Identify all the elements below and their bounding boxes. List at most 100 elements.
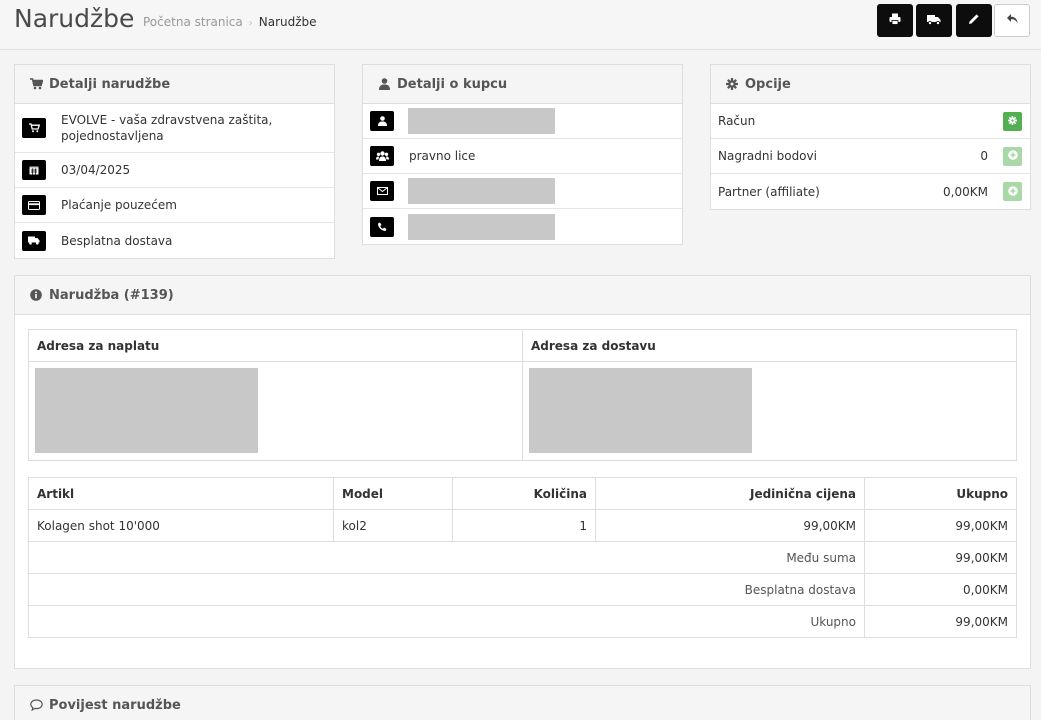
payment-method: Plaćanje pouzećem bbox=[61, 198, 177, 212]
order-details-title: Detalji narudžbe bbox=[49, 76, 171, 92]
totals-row: Među suma 99,00KM bbox=[28, 541, 1017, 574]
customer-email-redacted[interactable] bbox=[408, 178, 555, 204]
calendar-icon bbox=[22, 160, 46, 180]
shipping-method: Besplatna dostava bbox=[61, 233, 173, 248]
invoice-label: Račun bbox=[718, 114, 756, 128]
totals-row: Ukupno 99,00KM bbox=[28, 605, 1017, 638]
history-title: Povijest narudžbe bbox=[49, 697, 181, 713]
item-quantity: 1 bbox=[452, 509, 596, 542]
generate-invoice-button[interactable] bbox=[1003, 111, 1022, 131]
reply-icon bbox=[1006, 13, 1019, 28]
reward-points-value: 0 bbox=[980, 149, 988, 163]
truck-icon bbox=[927, 14, 941, 28]
customer-name-row bbox=[363, 104, 682, 139]
affiliate-value: 0,00KM bbox=[943, 184, 988, 199]
breadcrumb-home[interactable]: Početna stranica bbox=[143, 15, 243, 29]
page-header: Narudžbe Početna stranica › Narudžbe bbox=[0, 0, 1041, 50]
customer-phone-row bbox=[363, 209, 682, 244]
phone-icon bbox=[370, 216, 394, 237]
options-panel: Opcije Račun Nagradni bodovi 0 Partner (… bbox=[710, 64, 1031, 210]
user-icon bbox=[377, 77, 391, 91]
column-header-model: Model bbox=[333, 477, 453, 510]
column-header-quantity: Količina bbox=[452, 477, 596, 510]
info-circle-icon bbox=[29, 288, 43, 302]
column-header-product: Artikl bbox=[28, 477, 334, 510]
shipping-row: Besplatna dostava bbox=[15, 223, 334, 258]
customer-group: pravno lice bbox=[409, 149, 476, 163]
back-button[interactable] bbox=[994, 4, 1030, 37]
grand-total-value: 99,00KM bbox=[864, 605, 1017, 638]
credit-card-icon bbox=[22, 195, 46, 215]
truck-icon bbox=[22, 230, 46, 251]
invoice-row: Račun bbox=[711, 104, 1030, 139]
store-name[interactable]: EVOLVE - vaša zdravstvena zaštita, pojed… bbox=[61, 112, 281, 144]
comment-icon bbox=[29, 698, 43, 712]
totals-row: Besplatna dostava 0,00KM bbox=[28, 573, 1017, 606]
order-date: 03/04/2025 bbox=[61, 163, 131, 177]
plus-circle-icon bbox=[1007, 149, 1018, 163]
column-header-unit-price: Jedinična cijena bbox=[595, 477, 865, 510]
table-row: Kolagen shot 10'000 kol2 1 99,00KM 99,00… bbox=[28, 509, 1017, 542]
order-details-panel: Detalji narudžbe EVOLVE - vaša zdravstve… bbox=[14, 64, 335, 259]
gear-icon bbox=[1008, 114, 1017, 128]
shipping-total-value: 0,00KM bbox=[864, 573, 1017, 606]
shipping-address-header: Adresa za dostavu bbox=[522, 329, 1017, 362]
breadcrumb-current[interactable]: Narudžbe bbox=[259, 15, 317, 29]
print-icon bbox=[889, 13, 901, 28]
payment-row: Plaćanje pouzećem bbox=[15, 188, 334, 223]
customer-group-row: pravno lice bbox=[363, 139, 682, 174]
envelope-icon bbox=[370, 181, 394, 201]
customer-email-row bbox=[363, 174, 682, 209]
cart-icon bbox=[22, 118, 46, 138]
print-invoice-button[interactable] bbox=[877, 4, 913, 37]
reward-points-row: Nagradni bodovi 0 bbox=[711, 139, 1030, 174]
customer-details-heading: Detalji o kupcu bbox=[363, 65, 682, 104]
item-product[interactable]: Kolagen shot 10'000 bbox=[28, 509, 334, 542]
plus-circle-icon bbox=[1007, 185, 1018, 199]
shipping-address-redacted bbox=[529, 368, 752, 453]
item-total: 99,00KM bbox=[864, 509, 1017, 542]
shipping-address-cell bbox=[522, 361, 1017, 461]
history-heading: Povijest narudžbe bbox=[15, 686, 1030, 720]
options-title: Opcije bbox=[745, 76, 791, 92]
breadcrumb: Početna stranica › Narudžbe bbox=[143, 15, 317, 29]
reward-points-label: Nagradni bodovi bbox=[718, 149, 817, 163]
billing-address-redacted bbox=[35, 368, 258, 453]
customer-details-title: Detalji o kupcu bbox=[397, 76, 508, 92]
print-shipping-button[interactable] bbox=[916, 4, 952, 37]
shipping-total-label: Besplatna dostava bbox=[28, 573, 865, 606]
users-group-icon bbox=[370, 146, 394, 166]
subtotal-value: 99,00KM bbox=[864, 541, 1017, 574]
billing-address-cell bbox=[28, 361, 523, 461]
products-table: Artikl Model Količina Jedinična cijena U… bbox=[28, 477, 1017, 638]
gear-icon bbox=[725, 77, 739, 91]
affiliate-row: Partner (affiliate) 0,00KM bbox=[711, 174, 1030, 209]
history-panel: Povijest narudžbe bbox=[14, 685, 1031, 720]
options-heading: Opcije bbox=[711, 65, 1030, 104]
store-row: EVOLVE - vaša zdravstvena zaštita, pojed… bbox=[15, 104, 334, 153]
order-heading: Narudžba (#139) bbox=[15, 276, 1030, 315]
user-icon bbox=[370, 111, 394, 131]
order-title: Narudžba (#139) bbox=[49, 287, 174, 303]
page-title: Narudžbe bbox=[14, 4, 135, 33]
customer-phone-redacted[interactable] bbox=[408, 213, 555, 240]
date-row: 03/04/2025 bbox=[15, 153, 334, 188]
item-unit-price: 99,00KM bbox=[595, 509, 865, 542]
subtotal-label: Među suma bbox=[28, 541, 865, 574]
item-model: kol2 bbox=[333, 509, 453, 542]
add-commission-button[interactable] bbox=[1003, 182, 1022, 201]
edit-button[interactable] bbox=[956, 4, 992, 37]
column-header-total: Ukupno bbox=[864, 477, 1017, 510]
order-panel: Narudžba (#139) Adresa za naplatu Adresa… bbox=[14, 275, 1031, 669]
grand-total-label: Ukupno bbox=[28, 605, 865, 638]
breadcrumb-separator: › bbox=[248, 18, 253, 29]
customer-name-redacted[interactable] bbox=[408, 108, 555, 134]
add-reward-points-button[interactable] bbox=[1003, 146, 1022, 166]
shopping-cart-icon bbox=[29, 77, 43, 91]
order-details-heading: Detalji narudžbe bbox=[15, 65, 334, 104]
customer-details-panel: Detalji o kupcu pravno lice bbox=[362, 64, 683, 245]
billing-address-header: Adresa za naplatu bbox=[28, 329, 523, 362]
pencil-icon bbox=[968, 13, 980, 28]
affiliate-label: Partner (affiliate) bbox=[718, 184, 820, 199]
address-table: Adresa za naplatu Adresa za dostavu bbox=[28, 329, 1017, 461]
